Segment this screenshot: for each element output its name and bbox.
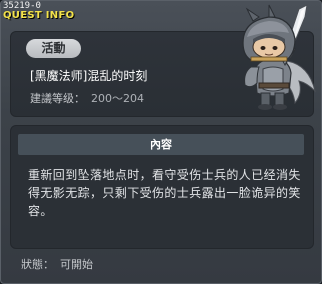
- npc-portrait: [242, 4, 316, 110]
- quest-status: 狀態： 可開始: [21, 258, 93, 272]
- recommended-level: 建議等级： 200～204: [30, 92, 144, 105]
- status-value: 可開始: [60, 258, 93, 271]
- level-range: 200～204: [91, 92, 144, 105]
- level-label: 建議等级：: [30, 92, 85, 105]
- quest-name: [黑魔法师]混乱的时刻: [30, 69, 148, 83]
- quest-description: 重新回到坠落地点时，看守受伤士兵的人已经消失得无影无踪，只剩下受伤的士兵露出一脸…: [28, 168, 301, 218]
- window-title: QUEST INFO: [3, 10, 75, 21]
- status-label: 狀態：: [21, 258, 54, 271]
- content-header: 內容: [18, 134, 304, 155]
- quest-info-window: 35219-0 QUEST INFO 活動 [黑魔法师]混乱的时刻 建議等级： 2…: [0, 0, 322, 284]
- quest-category-badge: 活動: [26, 39, 81, 58]
